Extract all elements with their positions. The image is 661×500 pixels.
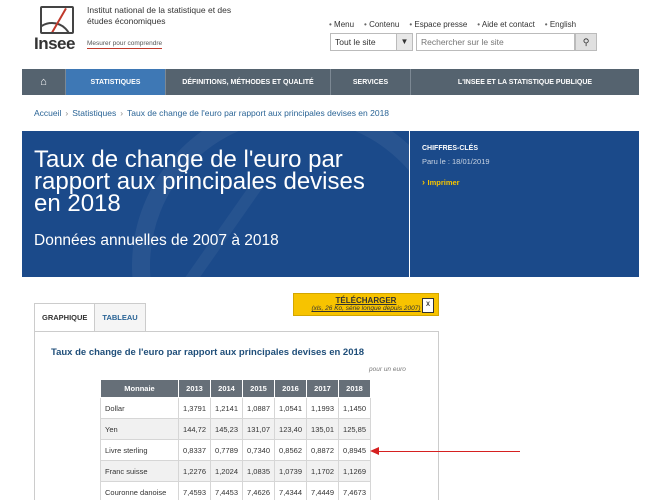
excel-file-icon: X — [422, 298, 434, 313]
breadcrumb-accueil[interactable]: Accueil — [34, 108, 61, 118]
toplink-espace-presse[interactable]: Espace presse — [409, 20, 467, 29]
key-figures-panel: CHIFFRES-CLÉS Paru le : 18/01/2019 Impri… — [410, 131, 639, 277]
column-header: Monnaie — [100, 379, 179, 398]
table-cell: Livre sterling — [100, 439, 179, 461]
annotation-arrowhead — [370, 447, 379, 455]
column-header: 2018 — [338, 379, 371, 398]
table-cell: Dollar — [100, 397, 179, 419]
nav-insee-statistique-publique[interactable]: L'INSEE ET LA STATISTIQUE PUBLIQUE — [411, 69, 639, 95]
table-cell: 1,0541 — [274, 397, 307, 419]
site-scope-select[interactable]: Tout le site ▼ — [330, 33, 413, 51]
table-row: Franc suisse 1,2276 1,2024 1,0835 1,0739… — [100, 460, 371, 482]
table-cell: 7,4453 — [210, 481, 243, 500]
table-cell: Franc suisse — [100, 460, 179, 482]
table-cell: 0,8872 — [306, 439, 339, 461]
download-label: TÉLÉCHARGER — [335, 296, 397, 305]
search-input[interactable] — [416, 33, 575, 51]
annotation-arrow — [375, 451, 520, 453]
column-header: 2015 — [242, 379, 275, 398]
table-cell: 7,4449 — [306, 481, 339, 500]
nav-home[interactable]: ⌂ — [22, 69, 66, 95]
tab-tableau[interactable]: TABLEAU — [95, 303, 146, 331]
table-cell: 1,1450 — [338, 397, 371, 419]
breadcrumb: Accueil › Statistiques › Taux de change … — [34, 108, 389, 118]
table-cell: 145,23 — [210, 418, 243, 440]
table-cell: 0,8337 — [178, 439, 211, 461]
table-cell: 7,4593 — [178, 481, 211, 500]
table-cell: 1,1269 — [338, 460, 371, 482]
tagline-link[interactable]: Mesurer pour comprendre — [87, 40, 163, 49]
table-cell: 0,7789 — [210, 439, 243, 461]
toplink-menu[interactable]: Menu — [329, 20, 354, 29]
toplink-aide-contact[interactable]: Aide et contact — [477, 20, 535, 29]
table-cell: 1,2024 — [210, 460, 243, 482]
top-links: Menu Contenu Espace presse Aide et conta… — [329, 20, 576, 29]
download-button[interactable]: TÉLÉCHARGER (xls, 26 Ko, série longue de… — [293, 293, 439, 316]
table-row: Dollar 1,3791 1,2141 1,0887 1,0541 1,199… — [100, 397, 371, 419]
table-cell: 123,40 — [274, 418, 307, 440]
table-row: Couronne danoise 7,4593 7,4453 7,4626 7,… — [100, 481, 371, 500]
panel-kicker: CHIFFRES-CLÉS — [422, 145, 478, 152]
table-row: Yen 144,72 145,23 131,07 123,40 135,01 1… — [100, 418, 371, 440]
title-banner: Taux de change de l'euro par rapport aux… — [22, 131, 409, 277]
column-header: 2014 — [210, 379, 243, 398]
table-cell: 1,1702 — [306, 460, 339, 482]
page-title: Taux de change de l'euro par rapport aux… — [34, 146, 365, 217]
table-cell: 7,4344 — [274, 481, 307, 500]
table-cell: 131,07 — [242, 418, 275, 440]
column-header: 2016 — [274, 379, 307, 398]
column-header: 2013 — [178, 379, 211, 398]
exchange-rates-table: Monnaie 2013 2014 2015 2016 2017 2018 Do… — [100, 379, 371, 500]
table-cell: 125,85 — [338, 418, 371, 440]
logo-text: Insee — [34, 34, 75, 53]
table-cell: Yen — [100, 418, 179, 440]
nav-statistiques[interactable]: STATISTIQUES — [66, 69, 166, 95]
table-cell: 144,72 — [178, 418, 211, 440]
insee-logo[interactable]: Insee — [34, 6, 84, 53]
breadcrumb-statistiques[interactable]: Statistiques — [72, 108, 116, 118]
table-cell: 7,4626 — [242, 481, 275, 500]
nav-services[interactable]: SERVICES — [331, 69, 411, 95]
table-cell: 0,7340 — [242, 439, 275, 461]
chevron-down-icon: ▼ — [396, 34, 412, 50]
search-icon: ⚲ — [582, 37, 590, 47]
table-cell: 1,3791 — [178, 397, 211, 419]
table-cell: 1,0887 — [242, 397, 275, 419]
chevron-right-icon: › — [65, 108, 69, 118]
tab-graphique[interactable]: GRAPHIQUE — [34, 303, 96, 331]
breadcrumb-current[interactable]: Taux de change de l'euro par rapport aux… — [127, 108, 389, 118]
table-cell: 1,1993 — [306, 397, 339, 419]
table-title: Taux de change de l'euro par rapport aux… — [51, 347, 365, 358]
table-cell: 7,4673 — [338, 481, 371, 500]
table-unit: pour un euro — [369, 366, 406, 373]
toplink-contenu[interactable]: Contenu — [364, 20, 399, 29]
search-button[interactable]: ⚲ — [575, 33, 597, 51]
table-cell: 1,0739 — [274, 460, 307, 482]
table-header-row: Monnaie 2013 2014 2015 2016 2017 2018 — [100, 379, 371, 398]
table-row: Livre sterling 0,8337 0,7789 0,7340 0,85… — [100, 439, 371, 461]
view-tabs: GRAPHIQUE TABLEAU — [34, 303, 146, 331]
toplink-english[interactable]: English — [545, 20, 576, 29]
download-details: (xls, 26 Ko, série longue depuis 2007) — [311, 305, 421, 312]
table-cell: 1,2141 — [210, 397, 243, 419]
table-cell: 0,8945 — [338, 439, 371, 461]
nav-definitions[interactable]: DÉFINITIONS, MÉTHODES ET QUALITÉ — [166, 69, 331, 95]
print-link[interactable]: Imprimer — [422, 177, 460, 187]
column-header: 2017 — [306, 379, 339, 398]
logo-mark-icon — [40, 6, 74, 34]
chevron-right-icon: › — [120, 108, 124, 118]
table-cell: 1,2276 — [178, 460, 211, 482]
table-cell: 1,0835 — [242, 460, 275, 482]
table-cell: 135,01 — [306, 418, 339, 440]
publication-date: Paru le : 18/01/2019 — [422, 157, 490, 166]
page-subtitle: Données annuelles de 2007 à 2018 — [34, 232, 279, 249]
home-icon: ⌂ — [40, 76, 47, 88]
site-scope-value: Tout le site — [335, 37, 376, 47]
main-nav: ⌂ STATISTIQUES DÉFINITIONS, MÉTHODES ET … — [22, 69, 639, 95]
table-cell: Couronne danoise — [100, 481, 179, 500]
table-cell: 0,8562 — [274, 439, 307, 461]
institution-name: Institut national de la statistique et d… — [87, 5, 232, 26]
